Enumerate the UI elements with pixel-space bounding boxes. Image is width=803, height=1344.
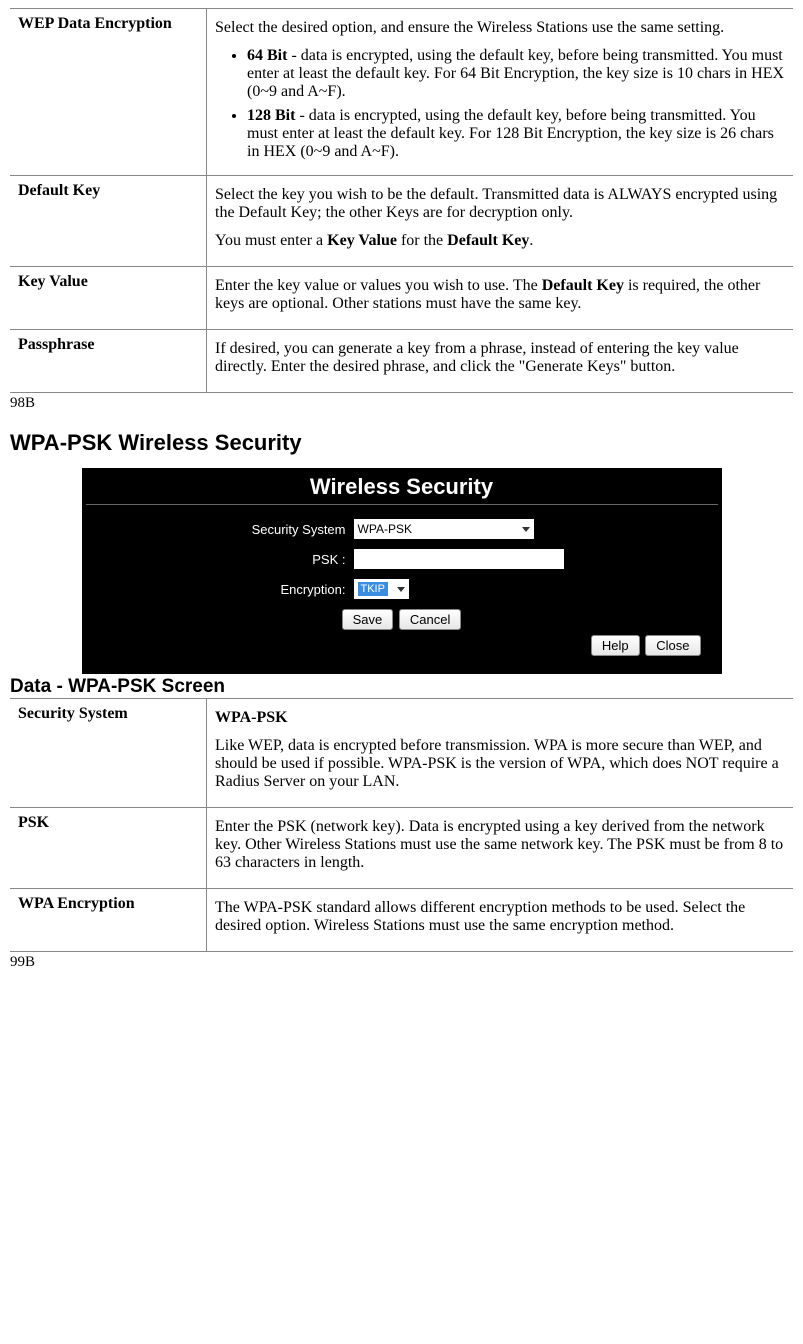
row-value: The WPA-PSK standard allows different en… [207,889,794,952]
security-system-select[interactable]: WPA-PSK [354,519,534,539]
row-value: Select the key you wish to be the defaul… [207,176,794,267]
panel-title: Wireless Security [86,472,718,505]
subsection-heading-data: Data - WPA-PSK Screen [10,676,793,698]
table-row: Security System WPA-PSK Like WEP, data i… [10,699,793,808]
row-key: Default Key [10,176,207,267]
row-value: Enter the key value or values you wish t… [207,267,794,330]
row-key: WEP Data Encryption [10,9,207,176]
help-button[interactable]: Help [591,635,640,656]
bullet-list: 64 Bit - data is encrypted, using the de… [215,47,785,161]
table-row: Key Value Enter the key value or values … [10,267,793,330]
list-item: 128 Bit - data is encrypted, using the d… [247,107,785,161]
value-title: WPA-PSK [215,709,785,727]
form-row-psk: PSK : [236,549,718,569]
row-key: WPA Encryption [10,889,207,952]
paragraph: Enter the PSK (network key). Data is enc… [215,818,785,872]
paragraph: You must enter a Key Value for the Defau… [215,232,785,250]
label-psk: PSK : [236,552,354,567]
close-button[interactable]: Close [645,635,700,656]
select-value: TKIP [358,582,388,596]
list-item: 64 Bit - data is encrypted, using the de… [247,47,785,101]
table-row: Passphrase If desired, you can generate … [10,330,793,393]
table-row: WPA Encryption The WPA-PSK standard allo… [10,889,793,952]
wireless-security-screenshot: Wireless Security Security System WPA-PS… [82,468,722,674]
bullet-text: - data is encrypted, using the default k… [247,47,784,100]
row-key: Passphrase [10,330,207,393]
chevron-down-icon [397,587,405,592]
button-row-primary: Save Cancel [86,609,718,630]
row-value: Enter the PSK (network key). Data is enc… [207,808,794,889]
label-security-system: Security System [236,522,354,537]
row-value: If desired, you can generate a key from … [207,330,794,393]
paragraph: Enter the key value or values you wish t… [215,277,785,313]
row-value: WPA-PSK Like WEP, data is encrypted befo… [207,699,794,808]
bullet-bold: 64 Bit [247,47,287,64]
panel-body: Security System WPA-PSK PSK : Encryption… [86,505,718,630]
save-button[interactable]: Save [342,609,394,630]
psk-input[interactable] [354,549,564,569]
intro-text: Select the desired option, and ensure th… [215,19,785,37]
paragraph: If desired, you can generate a key from … [215,340,785,376]
bullet-bold: 128 Bit [247,107,295,124]
table-row: Default Key Select the key you wish to b… [10,176,793,267]
table-row: WEP Data Encryption Select the desired o… [10,9,793,176]
page-marker: 99B [10,954,793,971]
row-value: Select the desired option, and ensure th… [207,9,794,176]
wpa-psk-data-table: Security System WPA-PSK Like WEP, data i… [10,698,793,952]
select-value: WPA-PSK [358,522,412,536]
label-encryption: Encryption: [236,582,354,597]
form-row-security-system: Security System WPA-PSK [236,519,718,539]
row-key: PSK [10,808,207,889]
row-key: Security System [10,699,207,808]
form-row-encryption: Encryption: TKIP [236,579,718,599]
bullet-text: - data is encrypted, using the default k… [247,107,774,160]
cancel-button[interactable]: Cancel [399,609,461,630]
button-row-secondary: Help Close [590,635,702,656]
section-heading-wpa-psk: WPA-PSK Wireless Security [10,430,793,456]
page-marker: 98B [10,395,793,412]
paragraph: Like WEP, data is encrypted before trans… [215,737,785,791]
figure-wrapper: Wireless Security Security System WPA-PS… [10,468,793,674]
row-key: Key Value [10,267,207,330]
paragraph: Select the key you wish to be the defaul… [215,186,785,222]
chevron-down-icon [522,527,530,532]
encryption-select[interactable]: TKIP [354,579,409,599]
table-row: PSK Enter the PSK (network key). Data is… [10,808,793,889]
paragraph: The WPA-PSK standard allows different en… [215,899,785,935]
wep-options-table: WEP Data Encryption Select the desired o… [10,8,793,393]
